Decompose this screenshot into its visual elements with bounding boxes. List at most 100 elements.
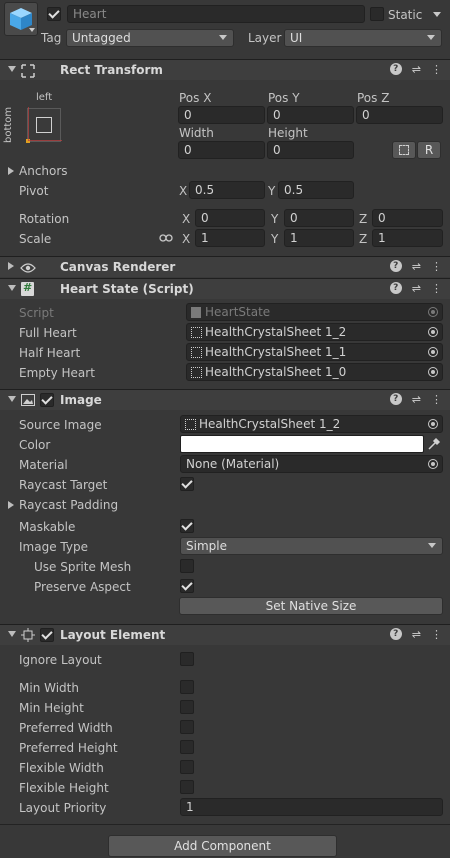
preferred-width-checkbox[interactable] [180, 720, 194, 734]
static-checkbox[interactable] [370, 7, 384, 21]
raw-edit-button[interactable]: R [417, 141, 441, 159]
height-field[interactable]: 0 [267, 141, 354, 159]
raycast-target-checkbox[interactable] [180, 477, 194, 491]
anchors-label[interactable]: Anchors [19, 164, 68, 178]
flexible-width-label: Flexible Width [19, 761, 104, 775]
presets-icon[interactable]: ⇌ [412, 282, 421, 295]
chevron-down-icon [219, 35, 227, 40]
full-heart-field[interactable]: HealthCrystalSheet 1_2 [186, 323, 443, 341]
heart-state-header[interactable]: # Heart State (Script) ? ⇌ ⋮ [0, 278, 450, 299]
foldout-arrow-icon[interactable] [8, 262, 14, 270]
source-image-field[interactable]: HealthCrystalSheet 1_2 [180, 415, 443, 433]
layout-element-header[interactable]: Layout Element ? ⇌ ⋮ [0, 624, 450, 645]
rot-z-field[interactable]: 0 [372, 209, 443, 227]
ignore-layout-label: Ignore Layout [19, 653, 102, 667]
raycast-padding-foldout-icon[interactable] [8, 501, 14, 509]
set-native-size-button[interactable]: Set Native Size [179, 597, 443, 615]
color-swatch[interactable] [180, 435, 424, 453]
anchor-h-label: left [36, 92, 53, 103]
active-checkbox[interactable] [47, 7, 61, 21]
foldout-arrow-icon[interactable] [8, 285, 16, 291]
preserve-aspect-checkbox[interactable] [180, 579, 194, 593]
gameobject-icon[interactable] [4, 2, 38, 36]
foldout-arrow-icon[interactable] [8, 396, 16, 402]
image-enabled-checkbox[interactable] [40, 393, 54, 407]
object-name-input[interactable]: Heart [67, 5, 365, 23]
anchor-presets-button[interactable] [26, 107, 62, 143]
tag-dropdown[interactable]: Untagged [66, 29, 234, 47]
help-icon[interactable]: ? [389, 628, 402, 640]
presets-icon[interactable]: ⇌ [412, 63, 421, 76]
raycast-target-label: Raycast Target [19, 478, 108, 492]
scale-x-label: X [182, 232, 191, 246]
more-menu-icon[interactable]: ⋮ [431, 260, 442, 273]
more-menu-icon[interactable]: ⋮ [431, 628, 442, 641]
image-type-value: Simple [186, 539, 227, 553]
more-menu-icon[interactable]: ⋮ [431, 282, 442, 295]
material-label: Material [19, 458, 68, 472]
ignore-layout-checkbox[interactable] [180, 652, 194, 666]
image-type-label: Image Type [19, 540, 88, 554]
object-picker-icon[interactable] [428, 327, 438, 337]
object-picker-icon[interactable] [428, 347, 438, 357]
layer-dropdown[interactable]: UI [284, 29, 442, 47]
pos-y-field[interactable]: 0 [267, 106, 354, 124]
width-field[interactable]: 0 [178, 141, 265, 159]
rot-y-field[interactable]: 0 [284, 209, 354, 227]
min-width-label: Min Width [19, 681, 79, 695]
blueprint-mode-button[interactable] [392, 141, 416, 159]
preferred-height-checkbox[interactable] [180, 740, 194, 754]
canvas-renderer-header[interactable]: Canvas Renderer ? ⇌ ⋮ [0, 256, 450, 277]
layout-priority-field[interactable]: 1 [180, 798, 443, 816]
min-height-label: Min Height [19, 701, 84, 715]
eyedropper-icon[interactable] [427, 437, 441, 451]
preferred-height-label: Preferred Height [19, 741, 118, 755]
link-icon[interactable] [159, 233, 173, 243]
image-type-dropdown[interactable]: Simple [180, 537, 443, 555]
more-menu-icon[interactable]: ⋮ [431, 63, 442, 76]
presets-icon[interactable]: ⇌ [412, 393, 421, 406]
object-picker-icon[interactable] [428, 419, 438, 429]
component-title: Image [60, 393, 102, 407]
image-header[interactable]: Image ? ⇌ ⋮ [0, 389, 450, 410]
full-heart-value: HealthCrystalSheet 1_2 [205, 325, 347, 339]
half-heart-field[interactable]: HealthCrystalSheet 1_1 [186, 343, 443, 361]
rot-x-field[interactable]: 0 [195, 209, 265, 227]
help-icon[interactable]: ? [389, 63, 402, 75]
flexible-width-checkbox[interactable] [180, 760, 194, 774]
help-icon[interactable]: ? [389, 282, 402, 294]
rect-transform-icon [21, 64, 35, 78]
min-width-checkbox[interactable] [180, 680, 194, 694]
presets-icon[interactable]: ⇌ [412, 628, 421, 641]
layout-element-enabled-checkbox[interactable] [40, 628, 54, 642]
raycast-padding-label[interactable]: Raycast Padding [19, 498, 118, 512]
tag-label: Tag [41, 31, 62, 45]
foldout-arrow-icon[interactable] [8, 631, 16, 637]
help-icon[interactable]: ? [389, 260, 402, 272]
more-menu-icon[interactable]: ⋮ [431, 393, 442, 406]
foldout-arrow-icon[interactable] [8, 66, 16, 72]
maskable-checkbox[interactable] [180, 519, 194, 533]
empty-heart-field[interactable]: HealthCrystalSheet 1_0 [186, 363, 443, 381]
scale-x-field[interactable]: 1 [195, 229, 265, 247]
object-picker-icon[interactable] [428, 367, 438, 377]
add-component-button[interactable]: Add Component [108, 835, 337, 857]
flexible-height-checkbox[interactable] [180, 780, 194, 794]
rect-transform-header[interactable]: Rect Transform ? ⇌ ⋮ [0, 59, 450, 80]
object-picker-icon[interactable] [428, 459, 438, 469]
anchors-foldout-icon[interactable] [8, 167, 14, 175]
scale-z-field[interactable]: 1 [372, 229, 443, 247]
material-field[interactable]: None (Material) [180, 455, 443, 473]
full-heart-label: Full Heart [19, 326, 77, 340]
scale-y-field[interactable]: 1 [284, 229, 354, 247]
presets-icon[interactable]: ⇌ [412, 260, 421, 273]
use-sprite-mesh-checkbox[interactable] [180, 559, 194, 573]
pos-z-field[interactable]: 0 [356, 106, 443, 124]
help-icon[interactable]: ? [389, 393, 402, 405]
pos-x-field[interactable]: 0 [178, 106, 265, 124]
pivot-x-field[interactable]: 0.5 [189, 181, 265, 199]
static-dropdown-arrow[interactable] [433, 12, 441, 17]
half-heart-value: HealthCrystalSheet 1_1 [205, 345, 347, 359]
min-height-checkbox[interactable] [180, 700, 194, 714]
pivot-y-field[interactable]: 0.5 [278, 181, 354, 199]
